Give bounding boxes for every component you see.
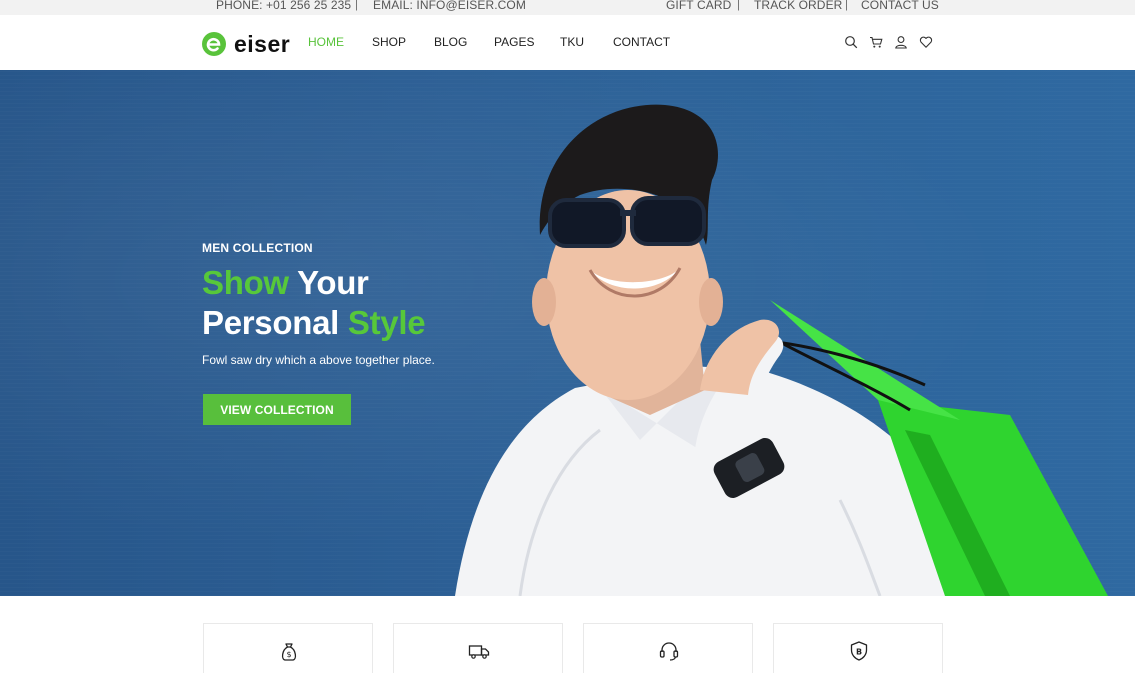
- hero-eyebrow: MEN COLLECTION: [202, 241, 313, 255]
- heart-icon[interactable]: [919, 35, 933, 49]
- money-bag-icon: $: [278, 640, 300, 662]
- hero-headline: Show Your Personal Style: [202, 263, 426, 343]
- shield-icon: B: [848, 640, 870, 662]
- track-order-link[interactable]: TRACK ORDER: [754, 0, 842, 12]
- headline-accent-word: Show: [202, 264, 289, 301]
- top-info-bar: PHONE: +01 256 25 235 | EMAIL: INFO@EISE…: [0, 0, 1135, 15]
- headline-word: Personal: [202, 304, 348, 341]
- headline-line-2: Personal Style: [202, 303, 426, 343]
- gift-card-link[interactable]: GIFT CARD: [666, 0, 731, 12]
- hero-banner: MEN COLLECTION Show Your Personal Style …: [0, 70, 1135, 596]
- hero-model-image: [455, 104, 1108, 596]
- headline-word: Your: [288, 264, 369, 301]
- truck-icon: [468, 640, 490, 662]
- headline-accent-word: Style: [347, 304, 426, 341]
- logo-mark-icon: [202, 32, 226, 56]
- feature-card: B: [773, 623, 943, 673]
- site-header: eiser HOME SHOP BLOG PAGES TKU CONTACT: [0, 15, 1135, 70]
- nav-contact[interactable]: CONTACT: [613, 35, 670, 49]
- cart-icon[interactable]: [869, 35, 883, 49]
- view-collection-button[interactable]: VIEW COLLECTION: [203, 394, 351, 425]
- headline-line-1: Show Your: [202, 263, 425, 303]
- svg-text:B: B: [856, 648, 862, 657]
- feature-card: $: [203, 623, 373, 673]
- separator: |: [845, 0, 848, 11]
- feature-card: [583, 623, 753, 673]
- feature-card: [393, 623, 563, 673]
- nav-home[interactable]: HOME: [308, 35, 344, 49]
- svg-text:$: $: [286, 650, 291, 659]
- separator: |: [737, 0, 740, 11]
- nav-tku[interactable]: TKU: [560, 35, 584, 49]
- contact-us-link[interactable]: CONTACT US: [861, 0, 939, 12]
- brand-name: eiser: [234, 30, 291, 57]
- brand-logo[interactable]: eiser: [202, 29, 290, 59]
- nav-shop[interactable]: SHOP: [372, 35, 406, 49]
- email-text: EMAIL: INFO@EISER.COM: [373, 0, 526, 12]
- user-icon[interactable]: [894, 35, 908, 49]
- headset-icon: [658, 640, 680, 662]
- nav-pages[interactable]: PAGES: [494, 35, 534, 49]
- phone-text: PHONE: +01 256 25 235: [216, 0, 352, 12]
- nav-blog[interactable]: BLOG: [434, 35, 467, 49]
- hero-subtitle: Fowl saw dry which a above together plac…: [202, 353, 435, 367]
- separator: |: [355, 0, 358, 11]
- search-icon[interactable]: [844, 35, 858, 49]
